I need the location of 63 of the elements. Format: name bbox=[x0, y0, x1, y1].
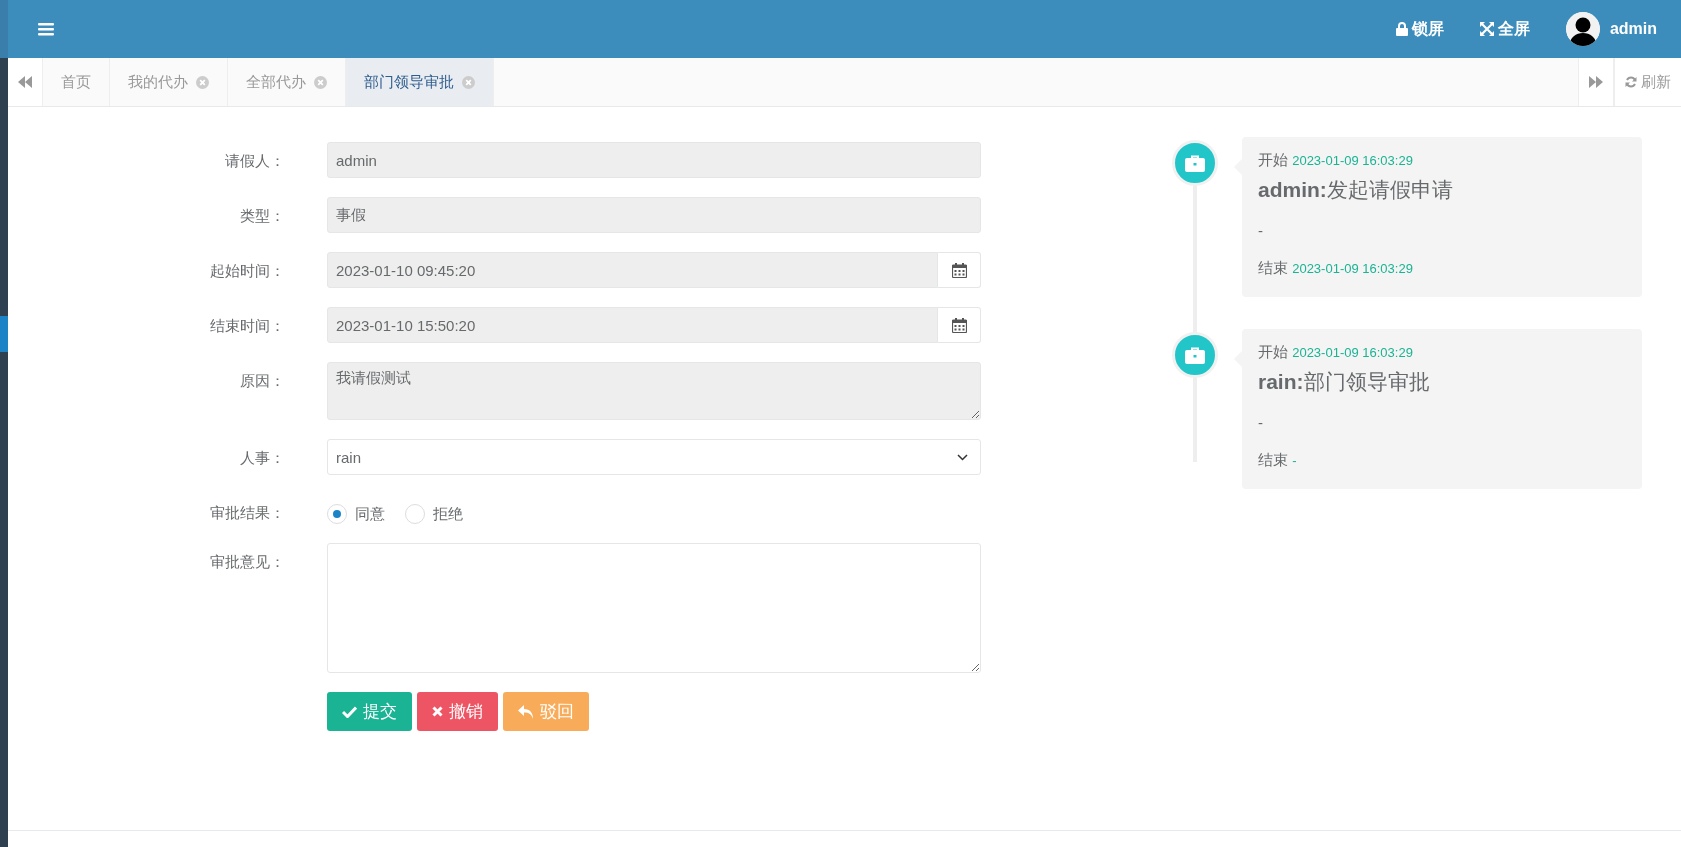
radio-label[interactable]: 同意 bbox=[355, 504, 385, 524]
refresh-button[interactable]: 刷新 bbox=[1614, 58, 1681, 106]
cancel-button[interactable]: 撤销 bbox=[417, 692, 498, 731]
end-label: 结束 bbox=[1258, 259, 1288, 276]
user-name[interactable]: admin bbox=[1609, 20, 1657, 38]
comment-text: - bbox=[1258, 222, 1264, 239]
sidebar-top bbox=[0, 0, 8, 58]
calendar-icon bbox=[951, 262, 967, 278]
lock-screen-link[interactable]: 锁屏 bbox=[1411, 18, 1444, 40]
tab[interactable]: 部门领导审批 bbox=[346, 58, 494, 106]
field-label: 人事： bbox=[239, 448, 286, 468]
end-label: 结束 bbox=[1258, 451, 1288, 468]
start-label: 开始 bbox=[1258, 343, 1288, 360]
close-icon[interactable] bbox=[196, 75, 209, 89]
text-field[interactable]: 事假 bbox=[327, 197, 981, 233]
reject-button[interactable]: 驳回 bbox=[503, 692, 589, 731]
close-icon bbox=[432, 706, 443, 717]
double-right-icon bbox=[1589, 76, 1603, 88]
tab[interactable]: 首页 bbox=[43, 58, 110, 106]
field-label: 原因： bbox=[239, 371, 286, 391]
timeline-title: rain:部门领导审批 bbox=[1258, 369, 1431, 395]
comment-field[interactable] bbox=[327, 543, 981, 673]
close-icon[interactable] bbox=[314, 75, 327, 89]
field-label: 审批意见： bbox=[209, 552, 286, 572]
field-label: 起始时间： bbox=[209, 261, 286, 281]
expand-icon bbox=[1479, 22, 1494, 36]
avatar-icon[interactable] bbox=[1565, 12, 1600, 46]
timestamp: 2023-01-09 16:03:29 bbox=[1292, 345, 1413, 360]
timestamp: 2023-01-09 16:03:29 bbox=[1292, 261, 1413, 276]
briefcase-icon bbox=[1185, 154, 1205, 172]
timeline-title: admin:发起请假申请 bbox=[1258, 177, 1454, 203]
active-indicator bbox=[0, 316, 8, 352]
scroll-right-button[interactable] bbox=[1578, 58, 1614, 106]
refresh-icon bbox=[1625, 76, 1637, 88]
briefcase-icon bbox=[1185, 346, 1205, 364]
select-field[interactable]: rain bbox=[327, 439, 981, 475]
timestamp: 2023-01-09 16:03:29 bbox=[1292, 153, 1413, 168]
field-label: 类型： bbox=[239, 206, 286, 226]
reason-field[interactable]: 我请假测试 bbox=[327, 362, 981, 420]
calendar-button[interactable] bbox=[938, 252, 981, 288]
tab[interactable]: 我的代办 bbox=[110, 58, 228, 106]
close-icon[interactable] bbox=[462, 75, 475, 89]
field-label: 审批结果： bbox=[209, 503, 286, 523]
reply-icon bbox=[518, 704, 534, 719]
radio-label[interactable]: 拒绝 bbox=[433, 504, 463, 524]
date-field[interactable]: 2023-01-10 09:45:20 bbox=[327, 252, 938, 288]
submit-button[interactable]: 提交 bbox=[327, 692, 412, 731]
scroll-left-button[interactable] bbox=[8, 58, 43, 106]
check-icon bbox=[342, 705, 357, 718]
chevron-icon bbox=[957, 453, 968, 461]
double-left-icon bbox=[18, 76, 32, 88]
timestamp: - bbox=[1292, 453, 1297, 468]
date-field[interactable]: 2023-01-10 15:50:20 bbox=[327, 307, 938, 343]
text-field[interactable]: admin bbox=[327, 142, 981, 178]
calendar-button[interactable] bbox=[938, 307, 981, 343]
comment-text: - bbox=[1258, 414, 1264, 431]
fullscreen-link[interactable]: 全屏 bbox=[1497, 18, 1530, 40]
lock-icon bbox=[1395, 22, 1408, 36]
calendar-icon bbox=[951, 317, 967, 333]
menu-icon[interactable] bbox=[38, 22, 54, 36]
field-label: 请假人： bbox=[224, 151, 286, 171]
start-label: 开始 bbox=[1258, 151, 1288, 168]
field-label: 结束时间： bbox=[209, 316, 286, 336]
